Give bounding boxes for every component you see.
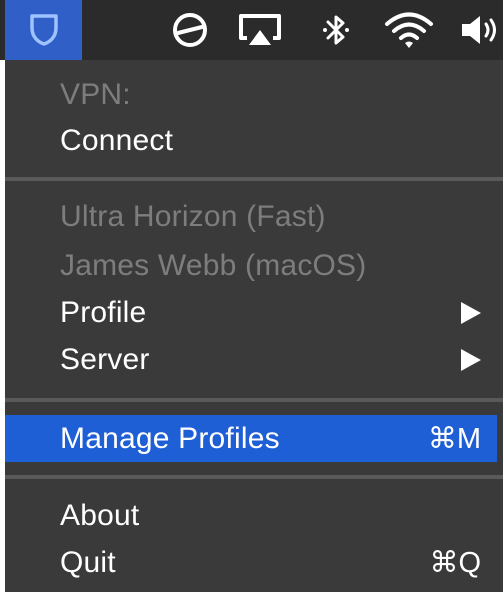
vpn-shield-icon	[29, 14, 58, 46]
wifi-icon[interactable]	[383, 0, 435, 60]
manage-profiles-shortcut: ⌘M	[427, 422, 481, 455]
volume-icon[interactable]	[458, 0, 503, 60]
menu-separator	[5, 177, 503, 181]
menu-item-server-favorite: James Webb (macOS)	[5, 243, 497, 289]
menu-item-server[interactable]: Server	[5, 337, 497, 383]
menu-header-vpn: VPN:	[5, 72, 497, 118]
submenu-arrow-icon	[461, 302, 481, 324]
quit-shortcut: ⌘Q	[429, 547, 481, 579]
menu-item-quit[interactable]: Quit ⌘Q	[5, 540, 497, 586]
submenu-arrow-icon	[461, 349, 481, 371]
airplay-icon[interactable]	[236, 0, 284, 60]
quit-label: Quit	[60, 546, 116, 579]
menu-item-connect[interactable]: Connect	[5, 118, 497, 164]
menu-separator	[5, 398, 503, 402]
vpn-dropdown-menu: VPN: Connect Ultra Horizon (Fast) James …	[5, 60, 503, 592]
vpn-menu-extra[interactable]	[5, 0, 82, 60]
manage-profiles-label: Manage Profiles	[60, 421, 280, 455]
sync-status-icon[interactable]	[168, 0, 212, 60]
menu-bar	[0, 0, 503, 60]
server-favorite-label: James Webb (macOS)	[60, 249, 367, 282]
menu-item-profile[interactable]: Profile	[5, 290, 497, 336]
menu-separator	[5, 475, 503, 479]
menu-item-about[interactable]: About	[5, 493, 497, 539]
menu-item-manage-profiles[interactable]: Manage Profiles ⌘M	[5, 415, 497, 462]
vpn-header-label: VPN:	[60, 78, 131, 111]
bluetooth-icon[interactable]	[318, 0, 354, 60]
server-label: Server	[60, 343, 150, 376]
menu-item-server-favorite: Ultra Horizon (Fast)	[5, 194, 497, 240]
profile-label: Profile	[60, 296, 147, 329]
connect-label: Connect	[60, 124, 174, 157]
about-label: About	[60, 499, 140, 532]
server-favorite-label: Ultra Horizon (Fast)	[60, 200, 326, 233]
